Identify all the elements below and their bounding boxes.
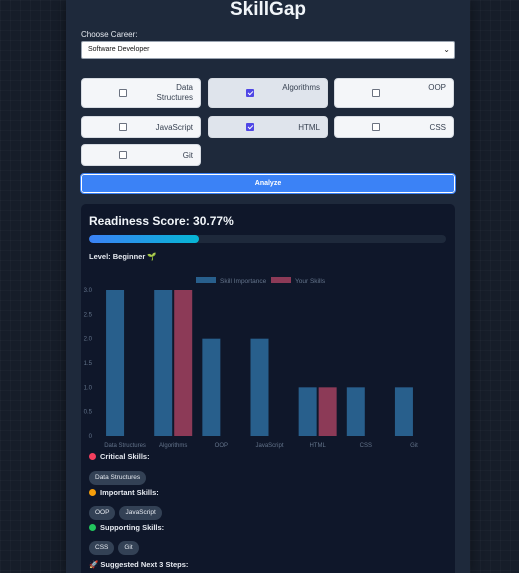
x-tick-label: OOP: [215, 443, 228, 449]
skill-option-git[interactable]: Git: [81, 144, 201, 166]
y-tick-label: 1.0: [84, 385, 93, 391]
y-tick-label: 0.5: [84, 410, 93, 416]
supporting-skills-title: Supporting Skills:: [100, 523, 165, 532]
legend-swatch: [196, 277, 216, 283]
skill-chip: CSS: [89, 541, 115, 555]
chevron-down-icon: ⌄: [443, 45, 450, 54]
career-select-value: Software Developer: [88, 46, 150, 53]
readiness-score: Readiness Score: 30.77%: [89, 214, 234, 228]
skill-option-html[interactable]: HTML: [208, 116, 328, 138]
chart-bar: [394, 387, 413, 436]
important-skills-title: Important Skills:: [100, 488, 159, 497]
career-select[interactable]: Software Developer ⌄: [81, 41, 455, 59]
x-tick-label: HTML: [309, 443, 326, 449]
y-tick-label: 2.0: [84, 337, 93, 343]
important-skills-list: OOP JavaScript: [89, 501, 166, 520]
x-tick-label: JavaScript: [255, 443, 283, 449]
supporting-skills-heading: Supporting Skills:: [89, 523, 164, 532]
chart-bar: [154, 290, 173, 436]
skill-option-css[interactable]: CSS: [334, 116, 454, 138]
y-tick-label: 3.0: [84, 288, 93, 294]
red-circle-icon: [89, 453, 96, 460]
chart-bar: [174, 290, 193, 436]
skill-checkbox[interactable]: [246, 89, 254, 97]
legend-label: Skill Importance: [220, 278, 267, 285]
chart-bar: [318, 387, 337, 436]
skill-checkbox[interactable]: [372, 123, 380, 131]
skill-option-oop[interactable]: OOP: [334, 78, 454, 108]
skill-chip: Git: [118, 541, 139, 555]
readiness-progress-fill: [89, 235, 199, 243]
yellow-circle-icon: [89, 489, 96, 496]
skill-label: CSS: [429, 123, 446, 132]
skill-option-data-structures[interactable]: Data Structures: [81, 78, 201, 108]
chart-bar: [202, 338, 221, 436]
skill-checkbox[interactable]: [246, 123, 254, 131]
legend-label: Your Skills: [295, 278, 326, 285]
x-tick-label: CSS: [360, 443, 372, 449]
skill-checkbox[interactable]: [119, 151, 127, 159]
skill-checkbox[interactable]: [119, 123, 127, 131]
skills-bar-chart: Skill Importance Your Skills 0 0.5 1.0 1.5 2.0…: [84, 277, 418, 449]
skill-label: Algorithms: [282, 83, 320, 92]
app-container: SkillGap Choose Career: Software Develop…: [66, 0, 470, 573]
y-tick-label: 0: [89, 434, 93, 440]
level-label: Level: Beginner 🌱: [89, 252, 157, 261]
y-tick-label: 1.5: [84, 361, 93, 367]
skill-option-javascript[interactable]: JavaScript: [81, 116, 201, 138]
readiness-progress-bar: [89, 235, 446, 243]
results-panel: Readiness Score: 30.77% Level: Beginner …: [81, 204, 455, 573]
skill-label: OOP: [428, 83, 446, 92]
legend-swatch: [271, 277, 291, 283]
chart-bar: [250, 338, 269, 436]
critical-skills-title: Critical Skills:: [100, 452, 150, 461]
y-tick-label: 2.5: [84, 312, 93, 318]
skill-label: Data Structures: [156, 83, 193, 102]
x-tick-label: Git: [410, 443, 418, 449]
skill-chip: JavaScript: [119, 506, 162, 520]
analyze-button[interactable]: Analyze: [80, 173, 456, 194]
skill-chip: Data Structures: [89, 471, 147, 485]
critical-skills-heading: Critical Skills:: [89, 452, 150, 461]
career-label: Choose Career:: [81, 30, 138, 39]
x-tick-label: Algorithms: [159, 443, 187, 449]
skill-label: Git: [182, 151, 193, 160]
app-title: SkillGap: [229, 0, 307, 20]
skill-option-algorithms[interactable]: Algorithms: [208, 78, 328, 108]
skill-checkbox[interactable]: [119, 89, 127, 97]
skill-label: HTML: [298, 123, 320, 132]
chart-bar: [298, 387, 317, 436]
important-skills-heading: Important Skills:: [89, 488, 159, 497]
next-steps-heading: 🚀 Suggested Next 3 Steps:: [89, 560, 189, 569]
supporting-skills-list: CSS Git: [89, 536, 143, 555]
x-tick-label: Data Structures: [104, 443, 146, 449]
green-circle-icon: [89, 524, 96, 531]
skill-chip: OOP: [89, 506, 116, 520]
chart-bar: [346, 387, 365, 436]
chart-bar: [106, 290, 125, 436]
skill-label: JavaScript: [155, 123, 193, 132]
skill-checkbox[interactable]: [372, 89, 380, 97]
critical-skills-list: Data Structures: [89, 466, 150, 485]
